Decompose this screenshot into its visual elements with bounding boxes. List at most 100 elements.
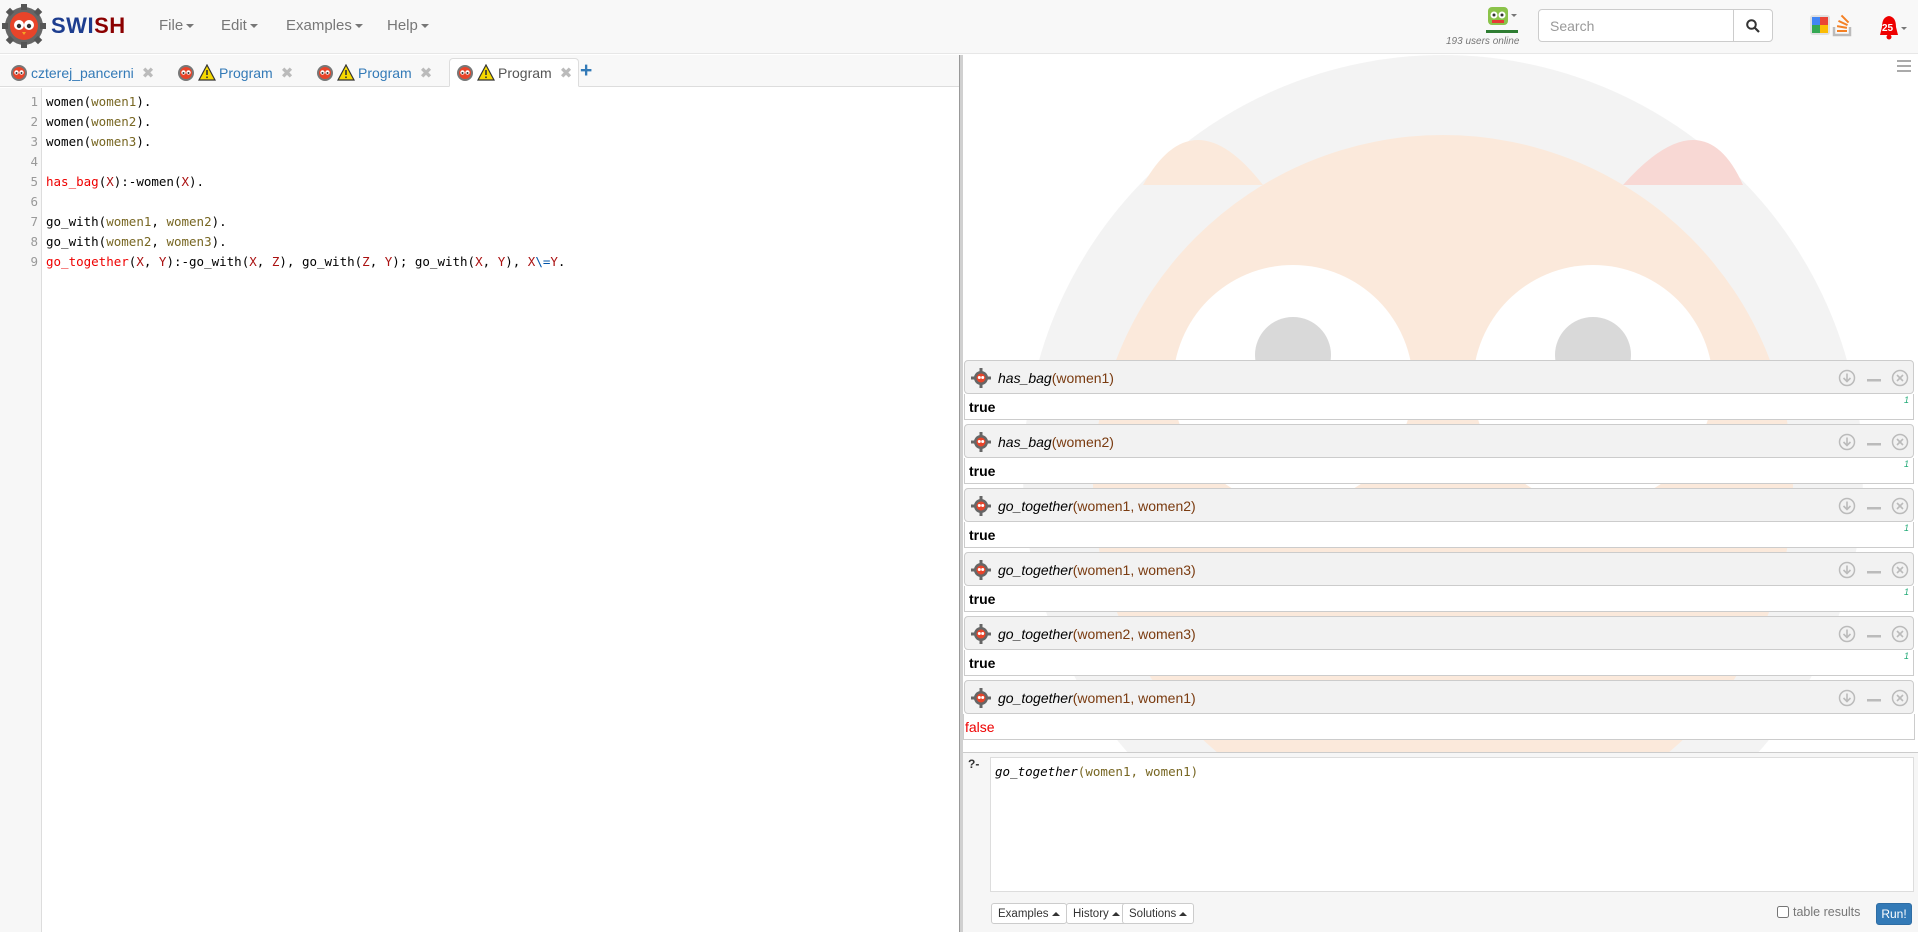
answer-result: true 1 <box>964 586 1914 612</box>
line-number: 8 <box>30 234 38 249</box>
code-line: 7 go_with(women1, women2). <box>0 212 959 232</box>
tab-1[interactable]: Program ✖ <box>171 58 299 87</box>
tab-0[interactable]: czterej_pancerni ✖ <box>4 58 160 87</box>
minimize-button[interactable] <box>1865 497 1883 515</box>
code-text: has_bag(X):-women(X). <box>46 174 205 189</box>
menu-examples[interactable]: Examples <box>286 17 363 34</box>
query-input[interactable]: go_together(women1, women1) <box>990 757 1914 892</box>
code-line: 9 go_together(X, Y):-go_with(X, Z), go_wi… <box>0 252 959 272</box>
gear-icon[interactable] <box>971 432 991 452</box>
menu-help[interactable]: Help <box>387 17 429 34</box>
download-button[interactable] <box>1838 561 1856 579</box>
answer-result-text: false <box>965 719 995 735</box>
download-icon <box>1838 625 1856 643</box>
close-answer-button[interactable] <box>1891 433 1909 451</box>
gear-icon[interactable] <box>971 496 991 516</box>
caret-down-icon <box>420 24 429 29</box>
answer-predicate: has_bag <box>998 434 1052 450</box>
code-editor[interactable]: 1 women(women1). 2 women(women2). 3 women(wom… <box>0 88 959 932</box>
close-icon <box>1891 561 1909 579</box>
code-line: 2 women(women2). <box>0 112 959 132</box>
tab-close-button[interactable]: ✖ <box>560 64 573 82</box>
close-icon <box>1891 689 1909 707</box>
close-answer-button[interactable] <box>1891 689 1909 707</box>
line-number: 6 <box>30 194 38 209</box>
warning-icon <box>198 64 216 81</box>
solution-count: 1 <box>1903 523 1909 533</box>
minimize-icon <box>1867 507 1881 510</box>
answer-result: false <box>963 714 1915 740</box>
minimize-button[interactable] <box>1865 369 1883 387</box>
search-button[interactable] <box>1733 9 1773 42</box>
caret-down-icon <box>354 24 363 29</box>
add-tab-button[interactable]: + <box>580 59 592 83</box>
query-prompt: ?- <box>968 757 980 771</box>
google-login-icon[interactable] <box>1810 15 1830 35</box>
answer-result-text: true <box>969 655 996 671</box>
answer-query-text: go_together(women2, women3) <box>998 626 1196 642</box>
download-button[interactable] <box>1838 497 1856 515</box>
answer-query-text: go_together(women1, women3) <box>998 562 1196 578</box>
minimize-icon <box>1867 379 1881 382</box>
query-solutions-button[interactable]: Solutions <box>1122 903 1195 924</box>
gear-icon[interactable] <box>971 624 991 644</box>
tab-label: Program <box>219 64 273 81</box>
caret-up-icon <box>1111 911 1120 916</box>
solution-count: 1 <box>1903 651 1909 661</box>
run-button[interactable]: Run! <box>1876 903 1912 925</box>
stackoverflow-icon[interactable] <box>1832 13 1854 37</box>
close-answer-button[interactable] <box>1891 497 1909 515</box>
search-input[interactable] <box>1538 9 1734 42</box>
answer-predicate: go_together <box>998 498 1073 514</box>
swish-owl-icon <box>317 64 333 81</box>
table-results-toggle[interactable]: table results <box>1777 905 1860 919</box>
download-button[interactable] <box>1838 689 1856 707</box>
tab-label: Program <box>498 64 552 81</box>
swish-owl-icon <box>457 64 473 81</box>
menu-file[interactable]: File <box>159 17 195 34</box>
minimize-button[interactable] <box>1865 433 1883 451</box>
menu-edit[interactable]: Edit <box>221 17 258 34</box>
minimize-button[interactable] <box>1865 561 1883 579</box>
caret-up-icon <box>1179 911 1188 916</box>
line-number: 2 <box>30 114 38 129</box>
minimize-button[interactable] <box>1865 689 1883 707</box>
tab-close-button[interactable]: ✖ <box>281 64 294 82</box>
close-answer-button[interactable] <box>1891 561 1909 579</box>
gear-icon[interactable] <box>971 560 991 580</box>
tab-close-button[interactable]: ✖ <box>420 64 433 82</box>
download-button[interactable] <box>1838 369 1856 387</box>
query-history-button[interactable]: History <box>1066 903 1127 924</box>
answer-query-header: go_together(women1, women3) <box>964 552 1914 586</box>
answer-predicate: go_together <box>998 562 1073 578</box>
tab-close-button[interactable]: ✖ <box>142 64 155 82</box>
gear-icon[interactable] <box>971 688 991 708</box>
answer-query-header: go_together(women1, women1) <box>964 680 1914 714</box>
table-results-checkbox[interactable] <box>1777 906 1789 918</box>
code-line: 4 <box>0 152 959 172</box>
download-button[interactable] <box>1838 433 1856 451</box>
user-avatar-icon[interactable] <box>1486 6 1520 34</box>
download-button[interactable] <box>1838 625 1856 643</box>
menu-help-label: Help <box>387 17 418 34</box>
close-icon <box>1891 369 1909 387</box>
tab-2[interactable]: Program ✖ <box>310 58 438 87</box>
tab-3[interactable]: Program ✖ <box>449 58 580 87</box>
query-predicate: go_together <box>995 764 1078 779</box>
close-icon <box>1891 625 1909 643</box>
swish-logo-icon[interactable] <box>2 4 46 48</box>
minimize-button[interactable] <box>1865 625 1883 643</box>
close-answer-button[interactable] <box>1891 625 1909 643</box>
brand-title[interactable]: SWISH <box>51 13 126 39</box>
answer-result-text: true <box>969 399 996 415</box>
menu-examples-label: Examples <box>286 17 352 34</box>
minimize-icon <box>1867 635 1881 638</box>
close-answer-button[interactable] <box>1891 369 1909 387</box>
hamburger-menu-icon[interactable] <box>1897 60 1911 72</box>
query-text: go_together(women1, women1) <box>995 764 1198 779</box>
download-icon <box>1838 561 1856 579</box>
solution-count: 1 <box>1903 395 1909 405</box>
query-examples-button[interactable]: Examples <box>991 903 1067 924</box>
solution-count: 1 <box>1903 587 1909 597</box>
gear-icon[interactable] <box>971 368 991 388</box>
